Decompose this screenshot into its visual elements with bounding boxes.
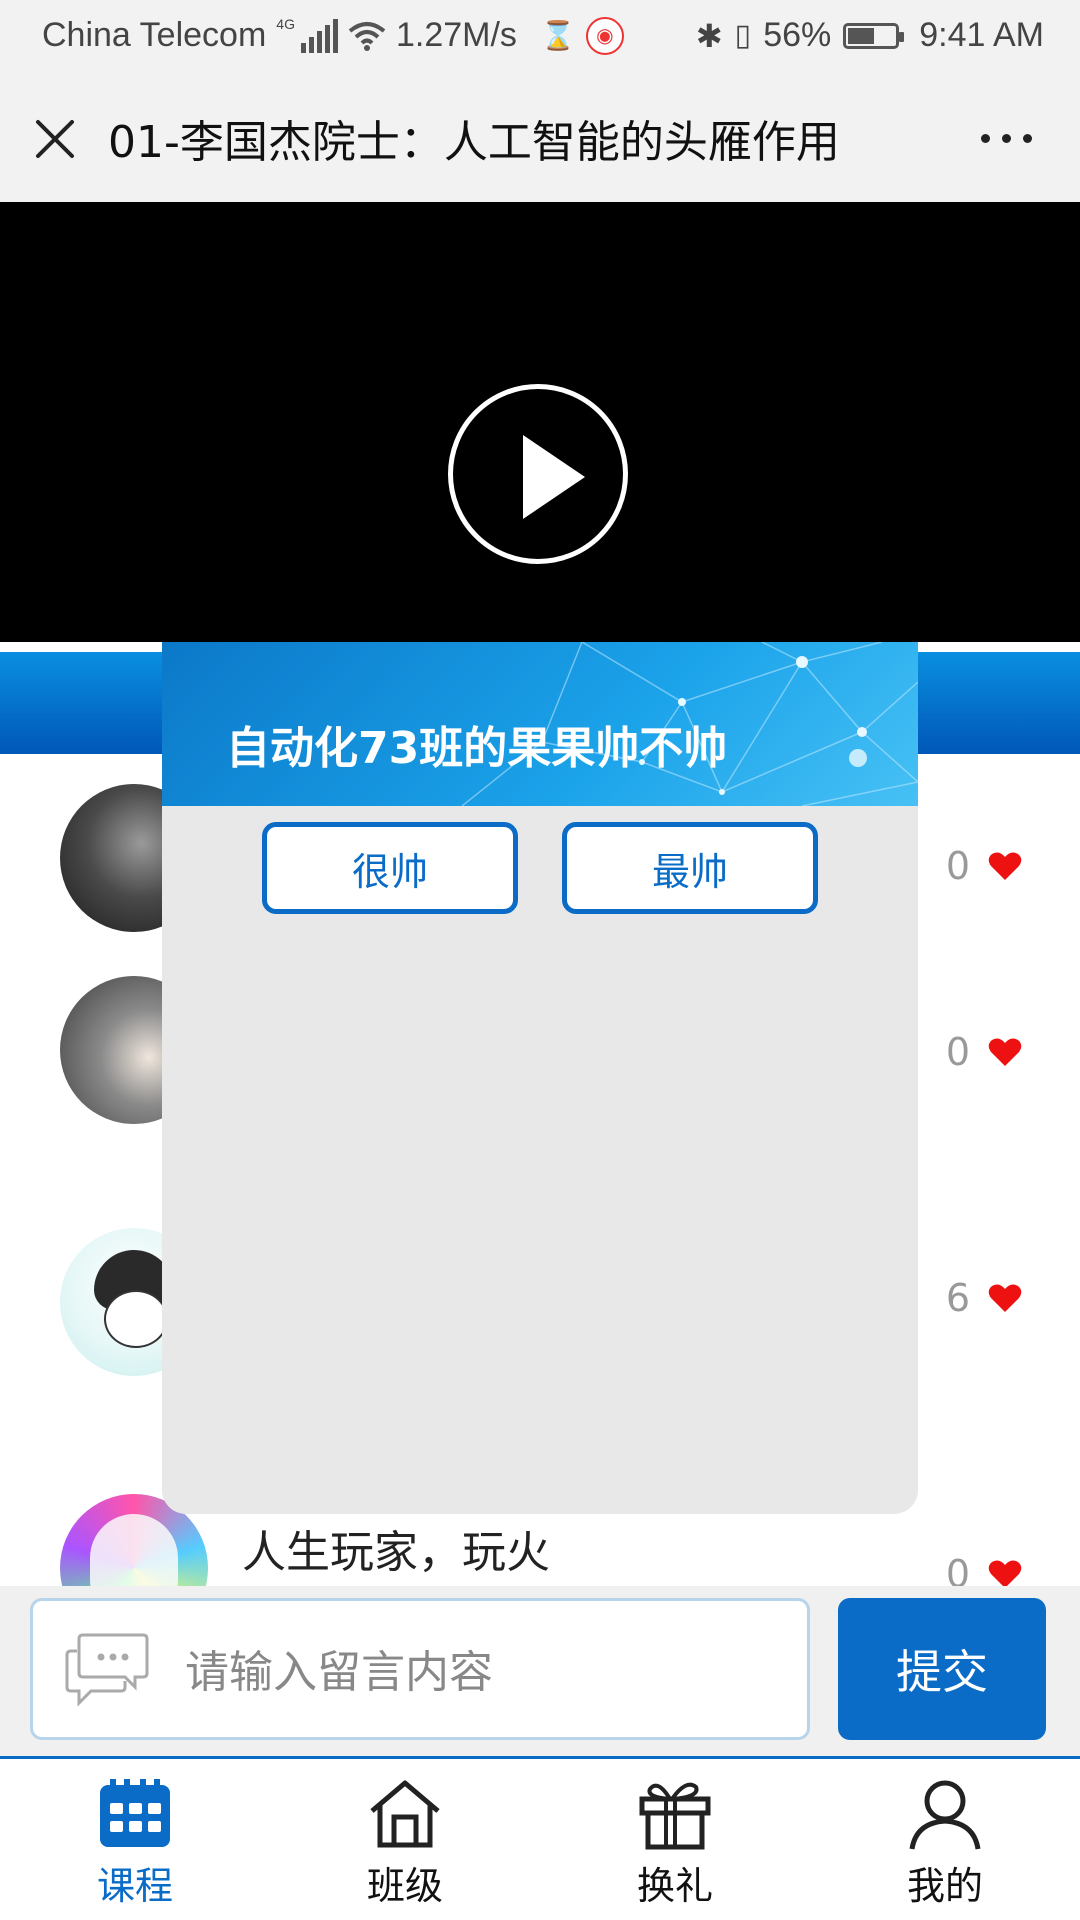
network-type-label: 4G <box>276 15 295 32</box>
comment-input[interactable] <box>183 1631 777 1713</box>
calendar-icon <box>100 1779 170 1847</box>
play-icon[interactable] <box>448 384 628 564</box>
wifi-icon <box>348 21 386 51</box>
title-bar: 01-李国杰院士：人工智能的头雁作用 <box>0 76 1080 202</box>
like-button[interactable]: 6 <box>946 1276 1022 1320</box>
bluetooth-icon: ✱ <box>695 17 723 54</box>
carrier-label: China Telecom <box>42 16 267 54</box>
nav-label: 班级 <box>366 1864 443 1908</box>
vibrate-icon: ▯ <box>734 19 752 52</box>
video-player[interactable] <box>0 202 1080 642</box>
like-count: 6 <box>945 1276 970 1320</box>
bottom-nav: 课程 班级 换礼 我的 <box>0 1756 1080 1920</box>
nav-label: 换礼 <box>636 1864 713 1908</box>
submit-button[interactable]: 提交 <box>838 1598 1046 1740</box>
comment-text: 人生玩家，玩火 <box>242 1527 550 1578</box>
nav-item-class[interactable]: 班级 <box>305 1777 505 1910</box>
like-button[interactable]: 0 <box>946 844 1022 888</box>
clock-label: 9:41 AM <box>919 16 1044 54</box>
signal-icon <box>300 18 338 53</box>
gift-icon <box>639 1782 711 1850</box>
weibo-icon: ◉ <box>585 16 624 55</box>
nav-item-courses[interactable]: 课程 <box>35 1777 235 1910</box>
like-count: 0 <box>945 844 970 888</box>
poll-dialog: 自动化73班的果果帅不帅 很帅 最帅 <box>162 642 918 1514</box>
nav-item-profile[interactable]: 我的 <box>845 1777 1045 1910</box>
like-button[interactable]: 0 <box>946 1030 1022 1074</box>
chat-bubble-icon <box>65 1633 149 1707</box>
home-icon <box>370 1780 440 1848</box>
nav-item-gifts[interactable]: 换礼 <box>575 1777 775 1910</box>
heart-icon <box>988 852 1022 880</box>
battery-percent-label: 56% <box>763 16 832 54</box>
poll-question: 自动化73班的果果帅不帅 <box>226 723 728 774</box>
hourglass-icon: ⌛ <box>540 20 576 51</box>
poll-option-button[interactable]: 很帅 <box>262 822 518 914</box>
more-options-icon[interactable] <box>981 134 1032 143</box>
heart-icon <box>988 1560 1022 1586</box>
nav-label: 课程 <box>96 1864 173 1908</box>
poll-option-button[interactable]: 最帅 <box>562 822 818 914</box>
like-count: 0 <box>945 1552 970 1586</box>
heart-icon <box>988 1038 1022 1066</box>
like-button[interactable]: 0 <box>946 1552 1022 1586</box>
network-speed-label: 1.27M/s <box>395 16 517 54</box>
like-count: 0 <box>945 1030 970 1074</box>
nav-label: 我的 <box>906 1864 983 1908</box>
poll-header: 自动化73班的果果帅不帅 <box>162 642 918 806</box>
comment-input-box[interactable] <box>30 1598 810 1740</box>
comment-input-bar: 提交 <box>0 1586 1080 1756</box>
user-icon <box>909 1780 981 1850</box>
status-bar: China Telecom 4G 1.27M/s ⌛ ◉ ✱ ▯ 56% 9:4… <box>0 0 1080 76</box>
page-title: 01-李国杰院士：人工智能的头雁作用 <box>108 117 840 168</box>
close-icon[interactable] <box>30 114 80 164</box>
battery-icon <box>843 22 905 49</box>
heart-icon <box>988 1284 1022 1312</box>
